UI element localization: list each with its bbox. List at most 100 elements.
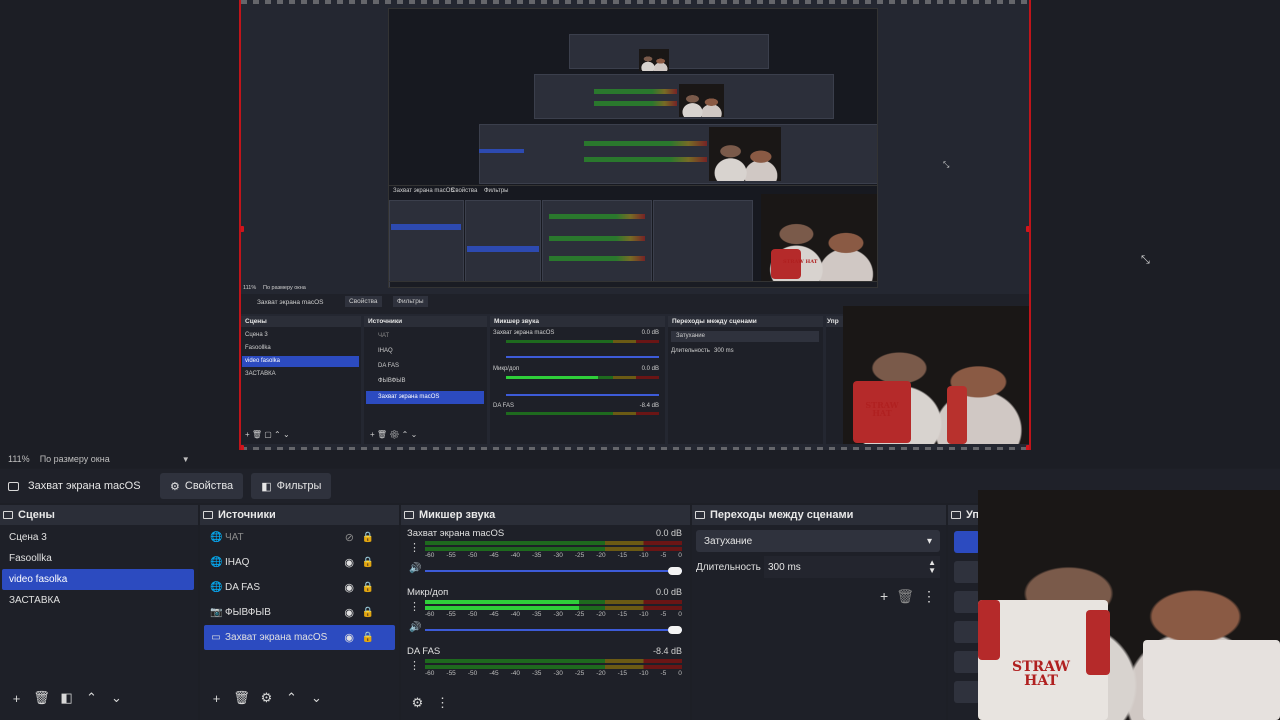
eye-icon[interactable]: ◉ [344, 556, 354, 569]
mixer-channel: Микр/доп 0.0 dB ⋮ -60 -55 -50 -45 -40 -35 -30-… [401, 584, 690, 643]
scene-item[interactable]: Fasoollka [0, 548, 194, 569]
move-up-button[interactable]: ⌃ [79, 686, 104, 710]
speaker-icon[interactable]: 🔊 [409, 563, 421, 574]
control-button[interactable] [954, 621, 980, 643]
zoom-level: 111% [8, 454, 30, 464]
source-item[interactable]: 🌐 ЧАТ ⊘ 🔒 [204, 525, 395, 550]
properties-button[interactable]: ⚙ Свойства [160, 473, 244, 499]
volume-meter [425, 665, 682, 669]
control-button[interactable] [954, 651, 980, 673]
transitions-icon [695, 511, 705, 519]
source-item[interactable]: 🌐 IHAQ ◉ 🔒 [204, 550, 395, 575]
add-scene-button[interactable]: + [4, 686, 29, 710]
move-down-button[interactable]: ⌄ [304, 686, 329, 710]
remove-transition-button[interactable]: 🗑 [896, 588, 914, 605]
filters-label: Фильтры [276, 480, 322, 492]
lock-icon[interactable]: 🔒 [362, 582, 374, 593]
source-item-selected[interactable]: ▭ Захват экрана macOS ◉ 🔒 [204, 625, 395, 650]
eye-icon[interactable]: ◉ [344, 631, 354, 644]
channel-db: 0.0 dB [655, 587, 682, 597]
volume-meter [425, 659, 682, 663]
fit-mode[interactable]: По размеру окна [40, 454, 180, 464]
eye-icon[interactable]: ◉ [344, 606, 354, 619]
channel-name: Микр/доп [407, 587, 449, 598]
mixer-channel: Захват экрана macOS 0.0 dB ⋮ -60 -55 -50 -4… [401, 525, 690, 584]
browser-icon: 🌐 [210, 557, 223, 568]
sources-icon [203, 511, 213, 519]
controls-icon [951, 511, 961, 519]
scene-filters-button[interactable]: ◧ [54, 686, 79, 710]
nested-source: Захват экрана macOS [257, 299, 324, 306]
more-icon[interactable]: ⋮ [409, 659, 420, 672]
chevron-down-icon[interactable]: ▼ [182, 455, 190, 464]
more-icon[interactable]: ⋮ [409, 541, 420, 554]
move-up-button[interactable]: ⌃ [279, 686, 304, 710]
channel-db: 0.0 dB [655, 528, 682, 538]
nested-docks: Сцены Сцена 3 Fasoollka video fasolka ЗА… [241, 306, 1029, 444]
add-transition-button[interactable]: + [880, 588, 888, 605]
source-item[interactable]: 📷 ФЫВФЫВ ◉ 🔒 [204, 600, 395, 625]
transition-menu-button[interactable]: ⋮ [922, 588, 936, 605]
channel-name: Захват экрана macOS [407, 528, 505, 539]
hidden-eye-icon[interactable]: ⊘ [345, 531, 354, 544]
speaker-icon[interactable]: 🔊 [409, 622, 421, 633]
selected-source-name: Захват экрана macOS [28, 480, 141, 492]
lock-icon[interactable]: 🔒 [362, 532, 374, 543]
control-button[interactable] [954, 591, 980, 613]
duration-spinbox[interactable]: 300 ms ▲ ▼ [764, 556, 940, 578]
webcam-overlay: STRAW HAT [978, 490, 1280, 720]
scene-item-selected[interactable]: video fasolka [2, 569, 194, 590]
move-down-button[interactable]: ⌄ [104, 686, 129, 710]
lock-icon[interactable]: 🔒 [362, 632, 374, 643]
control-button[interactable] [954, 561, 980, 583]
chevron-down-icon: ▾ [926, 535, 932, 547]
mixer-channel: DA FAS -8.4 dB ⋮ -60 -55 -50 -45 -40 -35 -30 -2… [401, 643, 690, 689]
mixer-settings-button[interactable]: ⚙ [405, 691, 430, 715]
scene-item[interactable]: ЗАСТАВКА [0, 590, 194, 611]
channel-name: DA FAS [407, 646, 441, 657]
control-button[interactable] [954, 681, 980, 703]
mixer-icon [404, 511, 414, 519]
camera-icon: 📷 [210, 607, 223, 618]
add-source-button[interactable]: + [204, 686, 229, 710]
more-icon[interactable]: ⋮ [409, 600, 420, 613]
mixer-dock: Микшер звука Захват экрана macOS 0.0 dB … [401, 505, 690, 720]
scene-bounds[interactable]: Захват экрана macOS Свойства Фильтры STR… [239, 0, 1031, 450]
resize-cursor-icon: ⤡ [1141, 254, 1150, 266]
transitions-title: Переходы между сценами [710, 509, 854, 521]
source-item[interactable]: 🌐 DA FAS ◉ 🔒 [204, 575, 395, 600]
duration-value: 300 ms [768, 561, 801, 573]
scenes-header: Сцены [0, 505, 198, 525]
scene-item[interactable]: Сцена 3 [0, 527, 194, 548]
scenes-title: Сцены [18, 509, 55, 521]
filter-icon: ◧ [261, 480, 272, 493]
lock-icon[interactable]: 🔒 [362, 557, 374, 568]
transition-selected: Затухание [704, 535, 753, 547]
meter-scale: -60 -55 -50 -45 -40 -35 -30 -25 -20 -15 -10 -5 0 [425, 611, 682, 618]
filters-button[interactable]: ◧ Фильтры [251, 473, 332, 499]
volume-slider[interactable] [425, 567, 682, 575]
eye-icon[interactable]: ◉ [344, 581, 354, 594]
transition-select[interactable]: Затухание ▾ [696, 530, 940, 552]
nested-zoom: 111% [243, 285, 257, 291]
scenes-dock: Сцены Сцена 3 Fasoollka video fasolka ЗА… [0, 505, 198, 720]
scenes-icon [3, 511, 13, 519]
source-settings-button[interactable]: ⚙ [254, 686, 279, 710]
meter-scale: -60 -55 -50 -45 -40 -35 -30 -25 -20 -15 -10 -5 0 [425, 552, 682, 559]
transitions-dock: Переходы между сценами Затухание ▾ Длите… [692, 505, 946, 720]
duration-label: Длительность [696, 561, 761, 573]
preview-statusbar: 111% По размеру окна ▼ [0, 450, 1280, 468]
lock-icon[interactable]: 🔒 [362, 607, 374, 618]
mixer-menu-button[interactable]: ⋮ [430, 691, 455, 715]
control-button[interactable] [954, 531, 980, 553]
remove-source-button[interactable]: 🗑 [229, 686, 254, 710]
nested-filters: Фильтры [393, 296, 428, 307]
monitor-icon [8, 481, 19, 491]
preview-canvas[interactable]: Захват экрана macOS Свойства Фильтры STR… [0, 0, 1280, 450]
spin-arrows-icon[interactable]: ▲ ▼ [928, 559, 936, 575]
browser-icon: 🌐 [210, 582, 223, 593]
volume-slider[interactable] [425, 626, 682, 634]
volume-meter [425, 606, 682, 610]
nested-fit: По размеру окна [263, 285, 306, 291]
remove-scene-button[interactable]: 🗑 [29, 686, 54, 710]
